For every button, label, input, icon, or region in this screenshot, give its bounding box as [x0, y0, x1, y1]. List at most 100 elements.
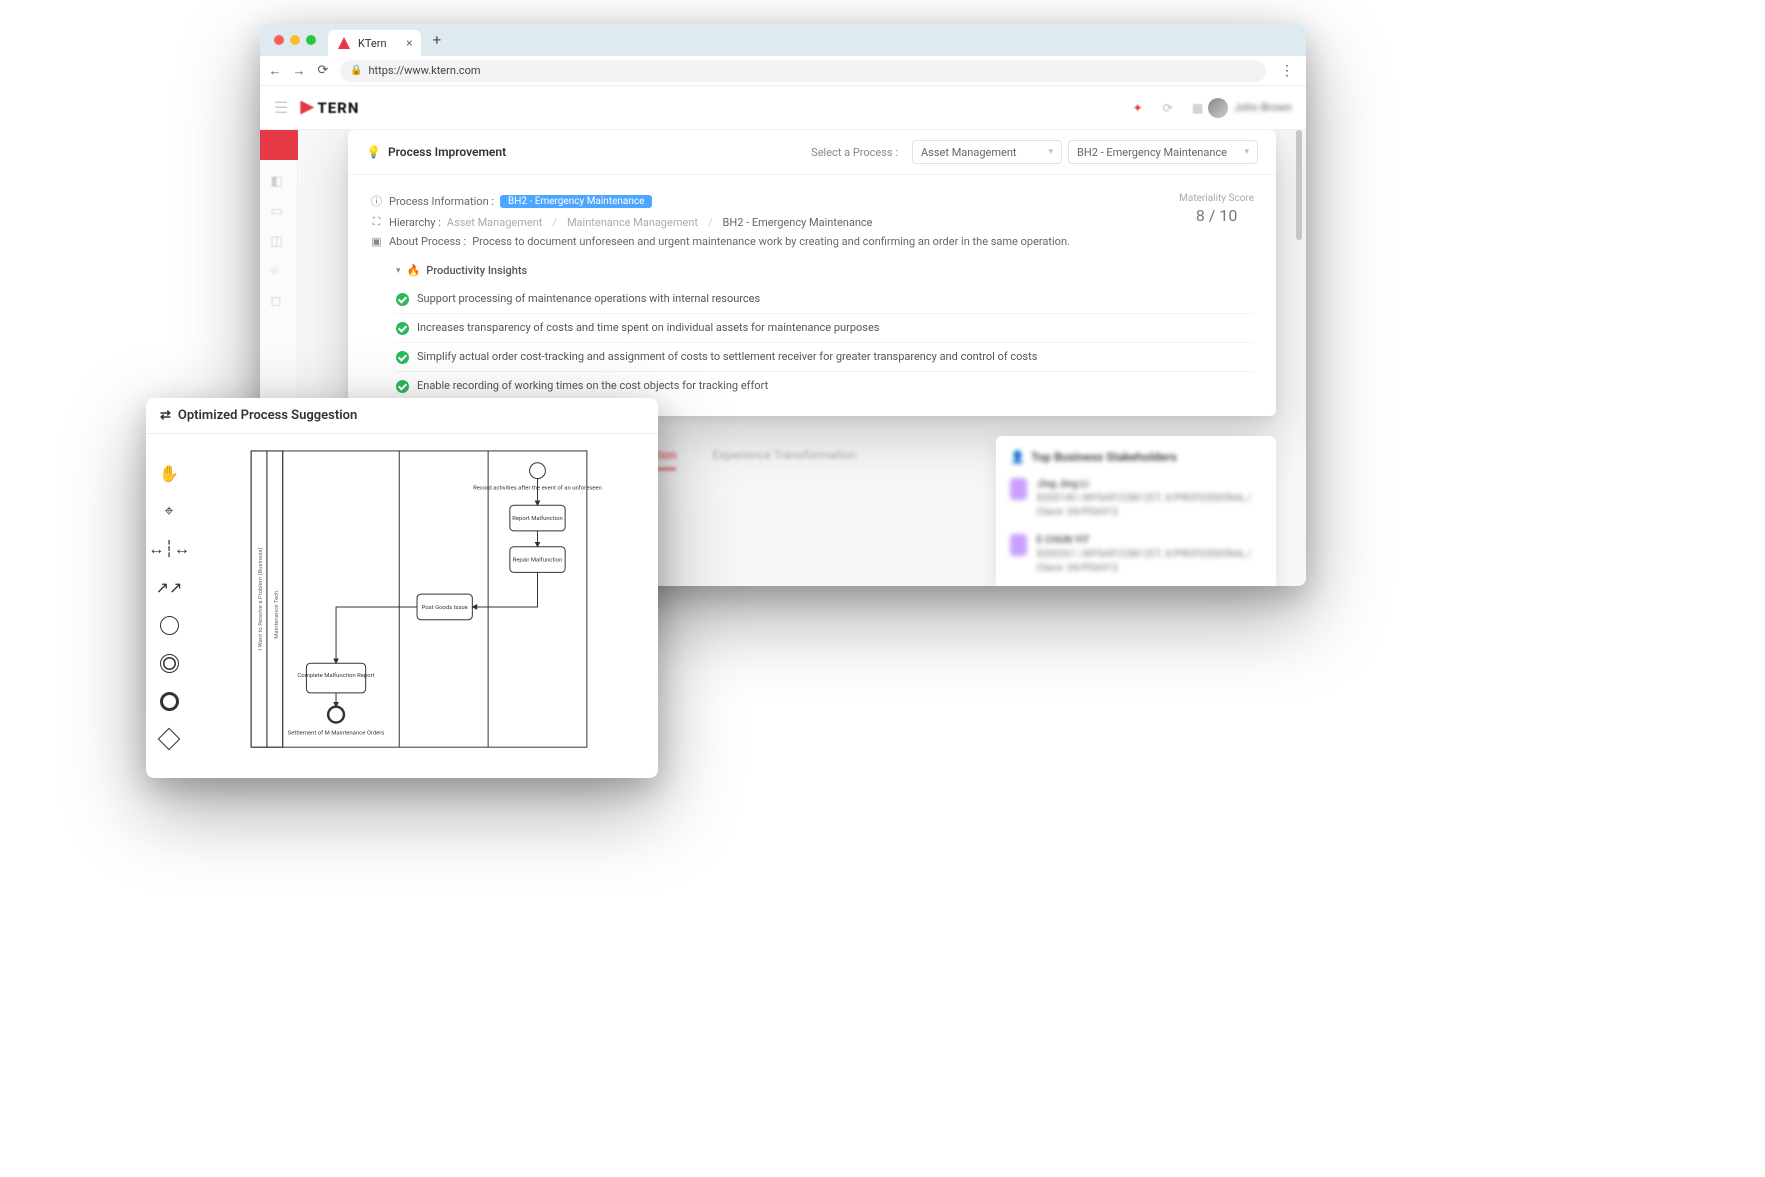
calendar-icon[interactable]: ▦ [1188, 98, 1208, 118]
gateway-tool[interactable] [158, 728, 180, 750]
svg-text:Repair Malfunction: Repair Malfunction [513, 557, 563, 564]
insight-item: Enable recording of working times on the… [396, 371, 1254, 400]
end-event-tool[interactable] [158, 690, 180, 712]
address-bar: ← → ⟳ 🔒 https://www.ktern.com ⋮ [260, 56, 1306, 86]
forward-icon[interactable]: → [292, 63, 306, 79]
close-tab-icon[interactable]: × [406, 36, 412, 50]
collapse-toggle[interactable]: ▾ [396, 266, 401, 276]
avatar [1010, 534, 1027, 556]
avatar[interactable] [1208, 98, 1228, 118]
bpmn-title: Optimized Process Suggestion [178, 408, 357, 423]
select2-value: BH2 - Emergency Maintenance [1077, 146, 1227, 159]
sidebar-item-3[interactable]: ◫ [271, 234, 287, 250]
lock-icon: 🔒 [350, 65, 362, 76]
back-icon[interactable]: ← [268, 63, 282, 79]
check-icon [396, 351, 409, 364]
bpmn-palette: ✋ ⌖ ↔┆↔ ↗↗ [146, 434, 192, 774]
scrollbar-thumb[interactable] [1296, 130, 1302, 240]
browser-menu-icon[interactable]: ⋮ [1276, 63, 1298, 79]
scrollbar[interactable] [1296, 130, 1302, 586]
stakeholder-item[interactable]: Jing Jing Li8200140 | MYSAP.COM CET; II/… [1010, 478, 1262, 520]
new-tab-button[interactable]: + [433, 31, 442, 49]
select1-value: Asset Management [921, 146, 1017, 159]
check-icon [396, 293, 409, 306]
maximize-window-icon[interactable] [306, 35, 316, 45]
hamburger-icon[interactable]: ☰ [274, 98, 288, 117]
process-improvement-card: 💡 Process Improvement Select a Process :… [348, 130, 1276, 416]
hand-tool-icon[interactable]: ✋ [158, 462, 180, 484]
materiality-label: Materiality Score [1179, 193, 1254, 204]
check-icon [396, 380, 409, 393]
app-header: ☰ TERN ✦ ⟳ ▦ John Brown [260, 86, 1306, 130]
svg-text:I Want to Resolve a Problem (B: I Want to Resolve a Problem (Business) [257, 548, 264, 651]
user-name: John Brown [1234, 101, 1292, 114]
breadcrumb-2: BH2 - Emergency Maintenance [723, 216, 873, 229]
svg-text:Settlement of M Maintenance Or: Settlement of M Maintenance Orders [288, 729, 385, 736]
process-info-label: Process Information : [389, 195, 494, 208]
breadcrumb-1[interactable]: Maintenance Management [567, 216, 698, 229]
check-icon [396, 322, 409, 335]
insight-item: Support processing of maintenance operat… [396, 285, 1254, 313]
hierarchy-label: Hierarchy : [389, 216, 441, 229]
insight-item: Simplify actual order cost-tracking and … [396, 342, 1254, 371]
about-text: Process to document unforeseen and urgen… [472, 235, 1070, 248]
window-controls[interactable] [268, 35, 322, 45]
tab-experience-transformation[interactable]: Experience Transformation [712, 448, 856, 470]
hierarchy-icon: ⛶ [370, 215, 383, 229]
svg-text:Post Goods Issue: Post Goods Issue [422, 605, 468, 611]
start-event-tool[interactable] [158, 614, 180, 636]
select-label: Select a Process : [811, 146, 898, 159]
materiality-value: 8 / 10 [1179, 206, 1254, 225]
url-text: https://www.ktern.com [368, 64, 480, 77]
flow-icon: ⇄ [160, 408, 171, 423]
breadcrumb-0[interactable]: Asset Management [447, 216, 543, 229]
logo[interactable]: TERN [300, 99, 359, 117]
logo-text: TERN [317, 99, 359, 117]
sidebar-item-5[interactable]: ◻ [271, 294, 287, 310]
reload-icon[interactable]: ⟳ [316, 63, 330, 78]
minimize-window-icon[interactable] [290, 35, 300, 45]
chevron-down-icon: ▾ [1048, 147, 1053, 157]
optimized-process-card: ⇄ Optimized Process Suggestion ✋ ⌖ ↔┆↔ ↗… [146, 398, 658, 778]
sidebar-item-4[interactable]: ⌾ [271, 264, 287, 280]
svg-text:Report Malfunction: Report Malfunction [512, 515, 562, 522]
svg-text:Maintenance Tech.: Maintenance Tech. [274, 589, 280, 639]
refresh-icon[interactable]: ⟳ [1158, 98, 1178, 118]
insight-item: Increases transparency of costs and time… [396, 313, 1254, 342]
chevron-down-icon: ▾ [1244, 147, 1249, 157]
card-title: Process Improvement [388, 145, 506, 159]
sidebar-item-2[interactable]: ▭ [271, 204, 287, 220]
stakeholder-item[interactable]: E CHUN YIT8200261 | MYSAP.COM CET; II/PR… [1010, 534, 1262, 576]
person-icon: 👤 [1010, 450, 1025, 464]
browser-tab[interactable]: KTern × [328, 30, 421, 56]
process-select-1[interactable]: Asset Management ▾ [912, 140, 1062, 164]
process-pill: BH2 - Emergency Maintenance [500, 195, 652, 208]
stakeholders-title: Top Business Stakeholders [1031, 450, 1177, 464]
insights-list: Support processing of maintenance operat… [370, 285, 1254, 400]
bulb-icon: 💡 [366, 145, 381, 159]
info-icon: ⓘ [370, 193, 383, 209]
tab-title: KTern [358, 37, 387, 50]
tab-favicon-icon [338, 37, 350, 49]
process-select-2[interactable]: BH2 - Emergency Maintenance ▾ [1068, 140, 1258, 164]
intermediate-event-tool[interactable] [158, 652, 180, 674]
url-input[interactable]: 🔒 https://www.ktern.com [340, 60, 1266, 82]
lasso-tool-icon[interactable]: ⌖ [158, 500, 180, 522]
about-icon: ▣ [370, 235, 383, 248]
materiality-score: Materiality Score 8 / 10 [1179, 193, 1254, 225]
insights-title: Productivity Insights [426, 264, 527, 277]
connect-tool-icon[interactable]: ↗↗ [158, 576, 180, 598]
notification-icon[interactable]: ✦ [1128, 98, 1148, 118]
sidebar-item-1[interactable]: ◧ [271, 174, 287, 190]
sidebar-item-active[interactable] [260, 130, 298, 160]
avatar [1010, 478, 1027, 500]
bpmn-canvas[interactable]: I Want to Resolve a Problem (Business) M… [192, 434, 658, 774]
stakeholders-card: 👤 Top Business Stakeholders Jing Jing Li8… [996, 436, 1276, 586]
space-tool-icon[interactable]: ↔┆↔ [158, 538, 180, 560]
svg-text:Complete Malfunction Report: Complete Malfunction Report [297, 672, 374, 679]
logo-mark-icon [300, 101, 314, 115]
about-label: About Process : [389, 235, 466, 248]
flame-icon: 🔥 [407, 264, 421, 277]
browser-tab-bar: KTern × + [260, 24, 1306, 56]
close-window-icon[interactable] [274, 35, 284, 45]
